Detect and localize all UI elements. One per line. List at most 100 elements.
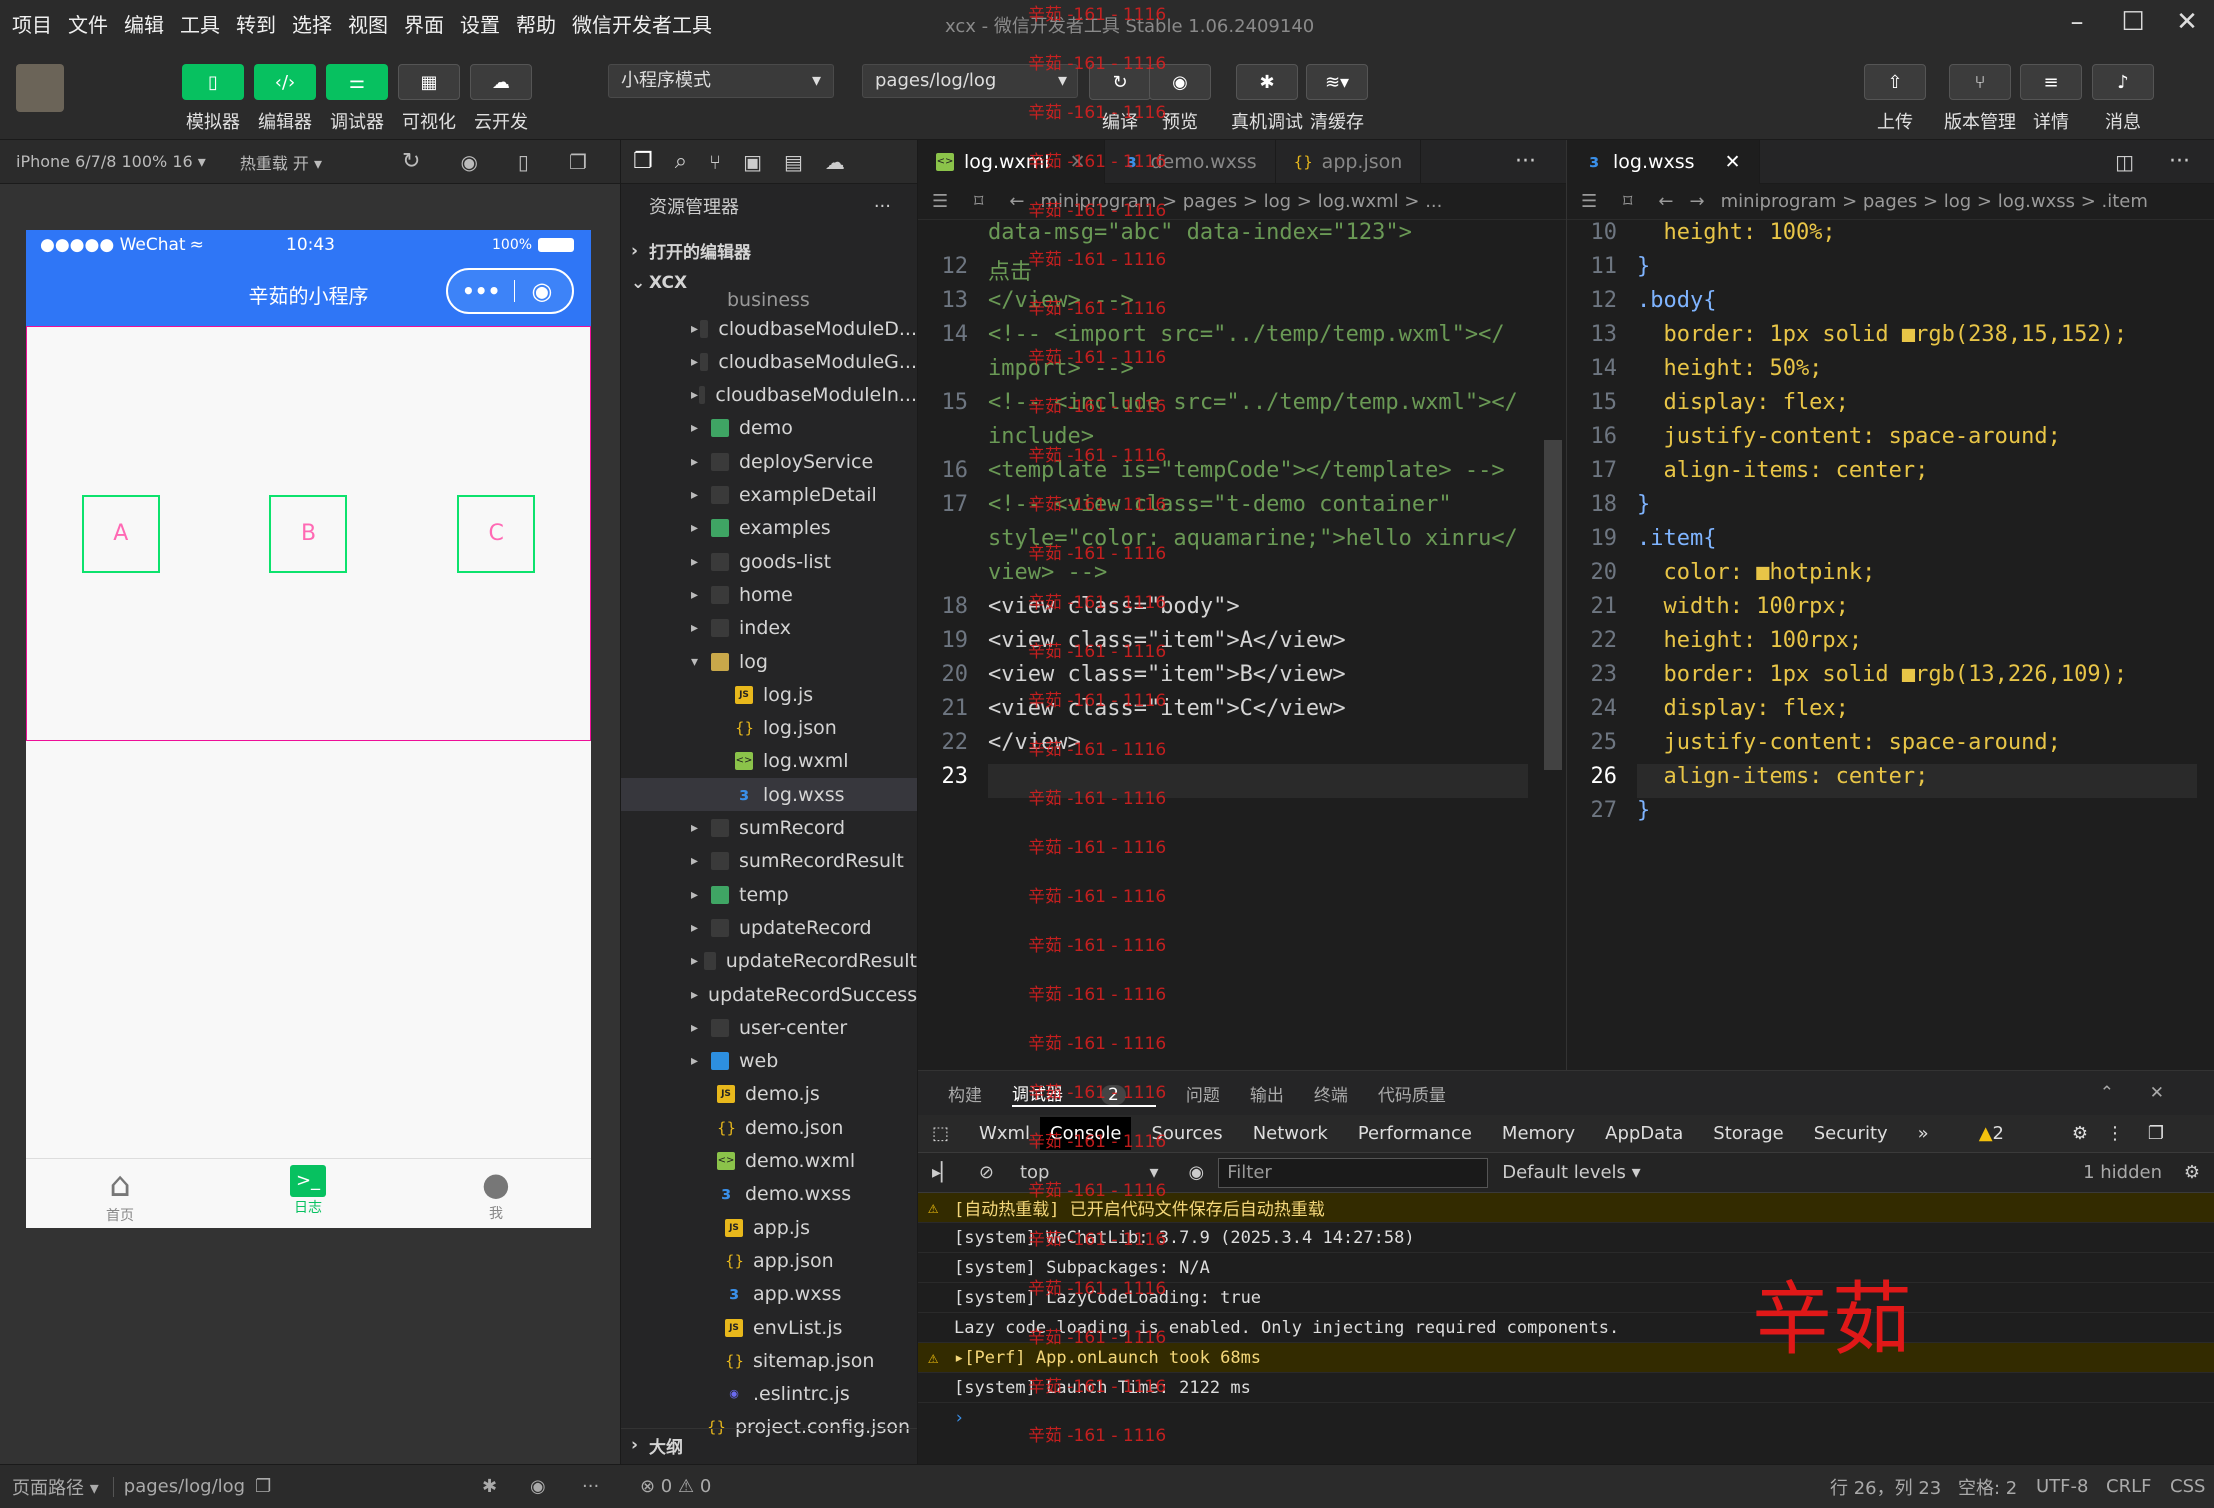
tree-folder[interactable]: ▸ examples [621, 512, 917, 545]
code-area[interactable]: data-msg="abc" data-index="123"> 12 点击 13 </… [918, 220, 1538, 1070]
editor-button[interactable]: ‹/› 编辑器 [250, 64, 320, 134]
extensions-icon[interactable]: ▣ [743, 150, 762, 174]
bug-icon[interactable]: ✱ [482, 1476, 497, 1497]
window-icon[interactable]: ❐ [569, 150, 587, 174]
cloud-tool-icon[interactable]: ☁ [825, 150, 845, 174]
tree-item-partial[interactable]: business [621, 290, 917, 310]
tree-file[interactable]: JS log.js [621, 678, 917, 711]
item-c[interactable]: C [457, 494, 536, 573]
open-editors-section[interactable]: › 打开的编辑器 [621, 234, 917, 267]
hot-reload-select[interactable]: 热重载 开 ▾ [240, 150, 322, 174]
tree-folder[interactable]: ▸ sumRecordResult [621, 845, 917, 878]
cursor-position[interactable]: 行 26，列 23 [1830, 1474, 1941, 1500]
mode-select[interactable]: 小程序模式 ▾ [608, 64, 834, 98]
menu-item[interactable]: 选择 [292, 9, 332, 38]
close-capsule-icon[interactable]: ◉ [531, 277, 552, 305]
rotate-icon[interactable]: ↻ [402, 149, 420, 174]
clear-cache-button[interactable]: ≋▾ 清缓存 [1302, 64, 1372, 134]
split-editor-icon[interactable]: ◫ [2115, 150, 2134, 174]
copy-icon[interactable]: ❐ [255, 1476, 271, 1497]
tree-file[interactable]: <> log.wxml [621, 745, 917, 778]
tree-file[interactable]: <> demo.wxml [621, 1145, 917, 1178]
tree-folder[interactable]: ▸ updateRecord [621, 911, 917, 944]
tab-me[interactable]: ● 我 [456, 1165, 536, 1223]
tree-file[interactable]: JS app.js [621, 1211, 917, 1244]
filter-input[interactable]: Filter [1218, 1157, 1489, 1188]
list-icon[interactable]: ☰ [1581, 191, 1597, 212]
tree-folder[interactable]: ▸ cloudbaseModuleIn... [621, 379, 917, 412]
tree-folder[interactable]: ▸ web [621, 1045, 917, 1078]
tab-home[interactable]: ⌂ 首页 [80, 1165, 160, 1225]
clear-console-icon[interactable]: ⊘ [979, 1162, 994, 1183]
devtab-security[interactable]: Security [1814, 1123, 1888, 1144]
tab-log[interactable]: >_ 日志 [268, 1165, 348, 1217]
tree-file[interactable]: {} app.json [621, 1244, 917, 1277]
stop-icon[interactable]: ◉ [460, 150, 477, 174]
inspect-icon[interactable]: ⬚ [932, 1123, 949, 1144]
devtab-appdata[interactable]: AppData [1605, 1123, 1683, 1144]
menu-item[interactable]: 编辑 [124, 9, 164, 38]
menu-item[interactable]: 微信开发者工具 [572, 9, 712, 38]
tab-build[interactable]: 构建 [948, 1081, 982, 1106]
chevron-up-icon[interactable]: ⌃ [2100, 1083, 2114, 1103]
menu-item[interactable]: 视图 [348, 9, 388, 38]
warning-icon[interactable]: ▲2 [1979, 1123, 2034, 1144]
indent-setting[interactable]: 空格: 2 [1958, 1474, 2017, 1500]
tree-folder[interactable]: ▸ updateRecordSuccess [621, 978, 917, 1011]
upload-button[interactable]: ⇧ 上传 [1860, 64, 1930, 134]
minimize-button[interactable]: – [2060, 6, 2094, 40]
more-icon[interactable]: ··· [1515, 149, 1536, 174]
problems-indicator[interactable]: ⊗ 0 ⚠ 0 [640, 1476, 711, 1497]
tab-output[interactable]: 输出 [1250, 1081, 1284, 1106]
files-icon[interactable]: ❐ [633, 149, 653, 174]
tab-log-wxss[interactable]: ɜ log.wxss ✕ [1567, 139, 1760, 184]
levels-select[interactable]: Default levels ▾ [1502, 1162, 1640, 1183]
menu-item[interactable]: 帮助 [516, 9, 556, 38]
forward-icon[interactable]: → [1689, 191, 1704, 212]
back-icon[interactable]: ← [1658, 191, 1673, 212]
maximize-button[interactable]: ☐ [2116, 6, 2150, 40]
tree-folder[interactable]: ▾ log [621, 645, 917, 678]
tree-file[interactable]: JS envList.js [621, 1311, 917, 1344]
search-icon[interactable]: ⌕ [675, 149, 687, 174]
language-mode[interactable]: CSS [2170, 1476, 2205, 1497]
close-window-button[interactable]: ✕ [2170, 6, 2204, 40]
sidebar-toggle-icon[interactable]: ▸▏ [932, 1162, 955, 1183]
visual-button[interactable]: ▦ 可视化 [394, 64, 464, 134]
tree-folder[interactable]: ▸ cloudbaseModuleD... [621, 312, 917, 345]
tree-folder[interactable]: ▸ home [621, 578, 917, 611]
menu-item[interactable]: 界面 [404, 9, 444, 38]
debugger-button[interactable]: ⚌ 调试器 [322, 64, 392, 134]
tree-folder[interactable]: ▸ cloudbaseModuleG... [621, 345, 917, 378]
tree-folder[interactable]: ▸ updateRecordResult [621, 945, 917, 978]
more-icon[interactable]: ··· [874, 196, 891, 217]
details-button[interactable]: ≡ 详情 [2016, 64, 2086, 134]
menu-item[interactable]: 项目 [12, 9, 52, 38]
code-area-2[interactable]: 10 height: 100%; 11} 12 .body{13 border: 1p… [1567, 220, 2207, 1070]
avatar[interactable] [16, 64, 64, 112]
close-icon[interactable]: ✕ [2150, 1083, 2164, 1103]
simulator-button[interactable]: ▯ 模拟器 [178, 64, 248, 134]
encoding[interactable]: UTF-8 [2036, 1476, 2088, 1497]
item-b[interactable]: B [269, 494, 348, 573]
tab-problems[interactable]: 问题 [1186, 1081, 1220, 1106]
more-icon[interactable]: ··· [582, 1476, 599, 1497]
tree-file[interactable]: ◉ .eslintrc.js [621, 1378, 917, 1411]
devtab-network[interactable]: Network [1253, 1123, 1328, 1144]
tree-folder[interactable]: ▸ index [621, 612, 917, 645]
kebab-icon[interactable]: ⋮ [2106, 1123, 2124, 1144]
menu-item[interactable]: 工具 [180, 9, 220, 38]
tree-folder[interactable]: ▸ exampleDetail [621, 479, 917, 512]
list-icon[interactable]: ☰ [932, 191, 948, 212]
gear-icon[interactable]: ⚙ [2184, 1162, 2200, 1183]
storage-icon[interactable]: ▤ [784, 150, 803, 174]
devtab-more[interactable]: » [1918, 1123, 1929, 1144]
more-icon[interactable]: ··· [2169, 149, 2190, 174]
device-select[interactable]: iPhone 6/7/8 100% 16 ▾ [16, 152, 206, 171]
remote-debug-button[interactable]: ✱ 真机调试 [1222, 64, 1312, 134]
version-button[interactable]: ⑂ 版本管理 [1938, 64, 2022, 134]
devtab-memory[interactable]: Memory [1502, 1123, 1575, 1144]
tree-file[interactable]: {} demo.json [621, 1111, 917, 1144]
tab-code-quality[interactable]: 代码质量 [1378, 1081, 1446, 1106]
bookmark-icon[interactable]: ⌑ [1623, 191, 1632, 212]
